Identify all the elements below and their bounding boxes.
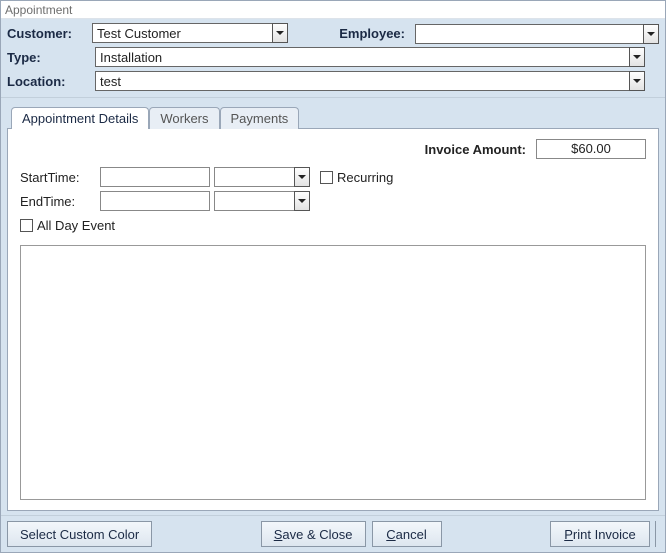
start-date-input[interactable] — [100, 167, 210, 187]
select-custom-color-button[interactable]: Select Custom Color — [7, 521, 152, 547]
customer-value: Test Customer — [97, 26, 181, 41]
appointment-window: Appointment Customer: Test Customer Empl… — [0, 0, 666, 553]
end-time-label: EndTime: — [20, 194, 100, 209]
chevron-down-icon[interactable] — [294, 191, 310, 211]
all-day-checkbox[interactable] — [20, 219, 33, 232]
end-date-input[interactable] — [100, 191, 210, 211]
footer-divider — [655, 521, 659, 547]
select-custom-color-label: Select Custom Color — [20, 527, 139, 542]
chevron-down-icon[interactable] — [643, 24, 659, 44]
location-label: Location: — [7, 74, 95, 89]
recurring-checkbox[interactable] — [320, 171, 333, 184]
type-value: Installation — [100, 50, 162, 65]
end-time-combo[interactable] — [214, 191, 310, 211]
customer-label: Customer: — [7, 26, 92, 41]
start-time-label: StartTime: — [20, 170, 100, 185]
header-form: Customer: Test Customer Employee: Type: … — [1, 19, 665, 98]
employee-combo[interactable] — [415, 24, 643, 44]
location-value: test — [100, 74, 121, 89]
location-combo[interactable]: test — [95, 71, 629, 91]
cancel-button[interactable]: Cancel — [372, 521, 442, 547]
chevron-down-icon[interactable] — [629, 71, 645, 91]
invoice-amount-field[interactable]: $60.00 — [536, 139, 646, 159]
tab-page-details: Invoice Amount: $60.00 StartTime: Recurr… — [7, 128, 659, 511]
tab-workers[interactable]: Workers — [149, 107, 219, 129]
chevron-down-icon[interactable] — [629, 47, 645, 67]
save-close-button[interactable]: Save & Close — [261, 521, 366, 547]
window-title: Appointment — [5, 3, 72, 17]
chevron-down-icon[interactable] — [294, 167, 310, 187]
type-combo[interactable]: Installation — [95, 47, 629, 67]
invoice-amount-label: Invoice Amount: — [425, 142, 526, 157]
window-titlebar: Appointment — [1, 1, 665, 19]
chevron-down-icon[interactable] — [272, 23, 288, 43]
type-label: Type: — [7, 50, 95, 65]
employee-label: Employee: — [318, 26, 405, 41]
print-invoice-button[interactable]: Print Invoice — [550, 521, 650, 547]
tab-area: Appointment Details Workers Payments Inv… — [1, 98, 665, 515]
tab-payments[interactable]: Payments — [220, 107, 300, 129]
start-time-combo[interactable] — [214, 167, 310, 187]
recurring-label: Recurring — [337, 170, 393, 185]
customer-combo[interactable]: Test Customer — [92, 23, 272, 43]
notes-textarea[interactable] — [20, 245, 646, 500]
tab-strip: Appointment Details Workers Payments — [11, 104, 659, 128]
footer-bar: Select Custom Color Save & Close Cancel … — [1, 515, 665, 552]
all-day-label: All Day Event — [37, 218, 115, 233]
tab-appointment-details[interactable]: Appointment Details — [11, 107, 149, 129]
